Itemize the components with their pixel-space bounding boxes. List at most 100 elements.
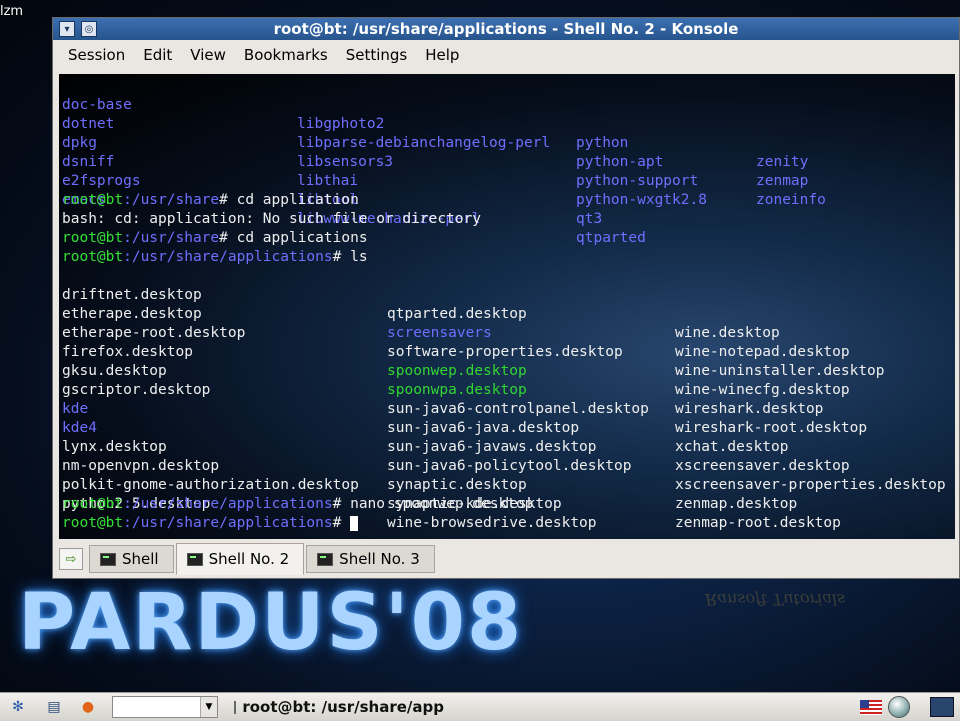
- dir-entry: python: [576, 135, 629, 151]
- menu-bar: Session Edit View Bookmarks Settings Hel…: [53, 40, 959, 70]
- listing-row: emacs libwww-mechanize-perl qtparted: [62, 172, 646, 246]
- konsole-window: ▾ ◎ root@bt: /usr/share/applications - S…: [52, 17, 960, 579]
- file-entry: wine-notepad.desktop: [675, 344, 850, 360]
- prompt-user: root@bt: [62, 249, 124, 265]
- file-entry: wine-browsedrive.desktop: [387, 515, 597, 531]
- command-text: # ls: [332, 249, 368, 265]
- file-entry: sun-java6-controlpanel.desktop: [387, 401, 649, 417]
- show-desktop-icon[interactable]: ▤: [44, 697, 64, 717]
- menu-edit[interactable]: Edit: [134, 46, 181, 64]
- menu-view[interactable]: View: [181, 46, 235, 64]
- command-line-current[interactable]: root@bt:/usr/share/applications#: [62, 514, 359, 533]
- dir-entry: zenmap: [756, 173, 809, 189]
- ls-row: polkit-gnome-authorization.desktop synap…: [62, 457, 841, 531]
- new-tab-icon[interactable]: ⇨: [59, 548, 83, 570]
- dir-entry: qtparted: [576, 230, 646, 246]
- taskbar: ✻ ▤ ● ▼ root@bt: /usr/share/app: [0, 692, 960, 721]
- menu-bookmarks[interactable]: Bookmarks: [235, 46, 337, 64]
- exec-entry: spoonwep.desktop: [387, 363, 527, 379]
- command-text: #: [332, 515, 351, 531]
- command-text: # cd application: [219, 192, 359, 208]
- dir-entry: libthai: [297, 173, 359, 189]
- chevron-down-icon[interactable]: ▼: [200, 697, 217, 717]
- menu-settings[interactable]: Settings: [337, 46, 417, 64]
- tab-bar: ⇨ Shell Shell No. 2 Shell No. 3: [53, 542, 959, 576]
- menu-help[interactable]: Help: [416, 46, 468, 64]
- dir-entry: python-wxgtk2.8: [576, 192, 707, 208]
- tab-shell-no-3[interactable]: Shell No. 3: [306, 545, 435, 573]
- tab-shell[interactable]: Shell: [89, 545, 174, 573]
- ls-row: etherape.desktop screensavers wine-notep…: [62, 286, 850, 360]
- network-globe-icon[interactable]: [888, 696, 910, 718]
- title-bar[interactable]: ▾ ◎ root@bt: /usr/share/applications - S…: [53, 18, 959, 40]
- command-text: # cd applications: [219, 230, 368, 246]
- menu-session[interactable]: Session: [59, 46, 134, 64]
- prompt-path: :/usr/share/applications: [123, 249, 333, 265]
- dir-entry: screensavers: [387, 325, 492, 341]
- command-text: # nano spoonwep.desktop: [332, 496, 534, 512]
- taskbar-task-konsole[interactable]: root@bt: /usr/share/app: [234, 698, 444, 716]
- terminal-icon: [234, 700, 237, 714]
- file-entry: xscreensaver-properties.desktop: [675, 477, 946, 493]
- command-line: root@bt:/usr/share# cd applications: [62, 229, 368, 248]
- ls-row: kde sun-java6-java.desktop xchat.desktop: [62, 381, 789, 455]
- dir-entry: libgphoto2: [297, 116, 385, 132]
- tab-label: Shell No. 3: [339, 550, 420, 568]
- prompt-path: :/usr/share: [123, 192, 220, 208]
- kde-menu-icon[interactable]: ✻: [8, 697, 28, 717]
- file-entry: synaptic.desktop: [387, 477, 527, 493]
- ls-row: kde4 sun-java6-javaws.desktop xscreensav…: [62, 400, 850, 474]
- file-entry: software-properties.desktop: [387, 344, 623, 360]
- desktop-file-label[interactable]: lzm: [0, 4, 23, 19]
- file-entry: wine-winecfg.desktop: [675, 382, 850, 398]
- ls-row: lynx.desktop sun-java6-policytool.deskto…: [62, 419, 946, 493]
- command-line: root@bt:/usr/share# cd application: [62, 191, 359, 210]
- text-cursor: [350, 515, 359, 531]
- task-label: root@bt: /usr/share/app: [242, 698, 444, 716]
- ls-row: gksu.desktop spoonwpa.desktop wireshark.…: [62, 343, 823, 417]
- dir-entry: zenity: [756, 154, 809, 170]
- file-entry: qtparted.desktop: [387, 306, 527, 322]
- firefox-icon[interactable]: ●: [78, 697, 98, 717]
- file-entry: wireshark.desktop: [675, 401, 824, 417]
- keyboard-layout-flag-icon[interactable]: [860, 699, 882, 715]
- window-title: root@bt: /usr/share/applications - Shell…: [273, 20, 739, 38]
- desktop-pager-icon[interactable]: [930, 697, 954, 717]
- run-command-combo[interactable]: ▼: [112, 696, 218, 718]
- error-line: bash: cd: application: No such file or d…: [62, 211, 482, 227]
- file-entry: xchat.desktop: [675, 439, 789, 455]
- prompt-user: root@bt: [62, 192, 124, 208]
- exec-entry: spoonwpa.desktop: [387, 382, 527, 398]
- prompt-user: root@bt: [62, 515, 124, 531]
- brand-logo: PARDUS'08: [18, 578, 524, 668]
- prompt-path: :/usr/share/applications: [123, 496, 333, 512]
- file-entry: zenmap-root.desktop: [675, 515, 841, 531]
- prompt-path: :/usr/share/applications: [123, 515, 333, 531]
- ls-row: driftnet.desktop qtparted.desktop wine.d…: [62, 267, 780, 341]
- file-entry: wine-uninstaller.desktop: [675, 363, 885, 379]
- dir-entry: python-apt: [576, 154, 664, 170]
- terminal-icon: [186, 552, 203, 566]
- ls-row: nm-openvpn.desktop synaptic.desktop zenm…: [62, 438, 797, 512]
- dir-entry: zoneinfo: [756, 192, 826, 208]
- prompt-user: root@bt: [62, 230, 124, 246]
- listing-row: dsniff libthai python-wxgtk2.8: [62, 134, 707, 208]
- tab-label: Shell No. 2: [208, 550, 290, 568]
- terminal-area[interactable]: doc-base libgphoto2 python zenity dotnet…: [59, 74, 955, 539]
- file-entry: sun-java6-java.desktop: [387, 420, 580, 436]
- tab-shell-no-2[interactable]: Shell No. 2: [175, 543, 305, 575]
- dir-entry: qt3: [576, 211, 603, 227]
- file-entry: wireshark-root.desktop: [675, 420, 868, 436]
- file-entry: wine.desktop: [675, 325, 780, 341]
- file-entry: sun-java6-javaws.desktop: [387, 439, 597, 455]
- listing-row: e2fsprogs libtool qt3: [62, 153, 602, 227]
- tab-label: Shell: [122, 550, 159, 568]
- listing-row: doc-base libgphoto2 python zenity: [62, 77, 808, 170]
- ls-row: firefox.desktop spoonwep.desktop wine-wi…: [62, 324, 850, 398]
- dir-entry: libparse-debianchangelog-perl: [297, 135, 551, 151]
- prompt-user: root@bt: [62, 496, 124, 512]
- ls-row: etherape-root.desktop software-propertie…: [62, 305, 885, 379]
- terminal-icon: [317, 552, 334, 566]
- command-line: root@bt:/usr/share/applications# ls: [62, 248, 368, 267]
- dir-entry: libsensors3: [297, 154, 394, 170]
